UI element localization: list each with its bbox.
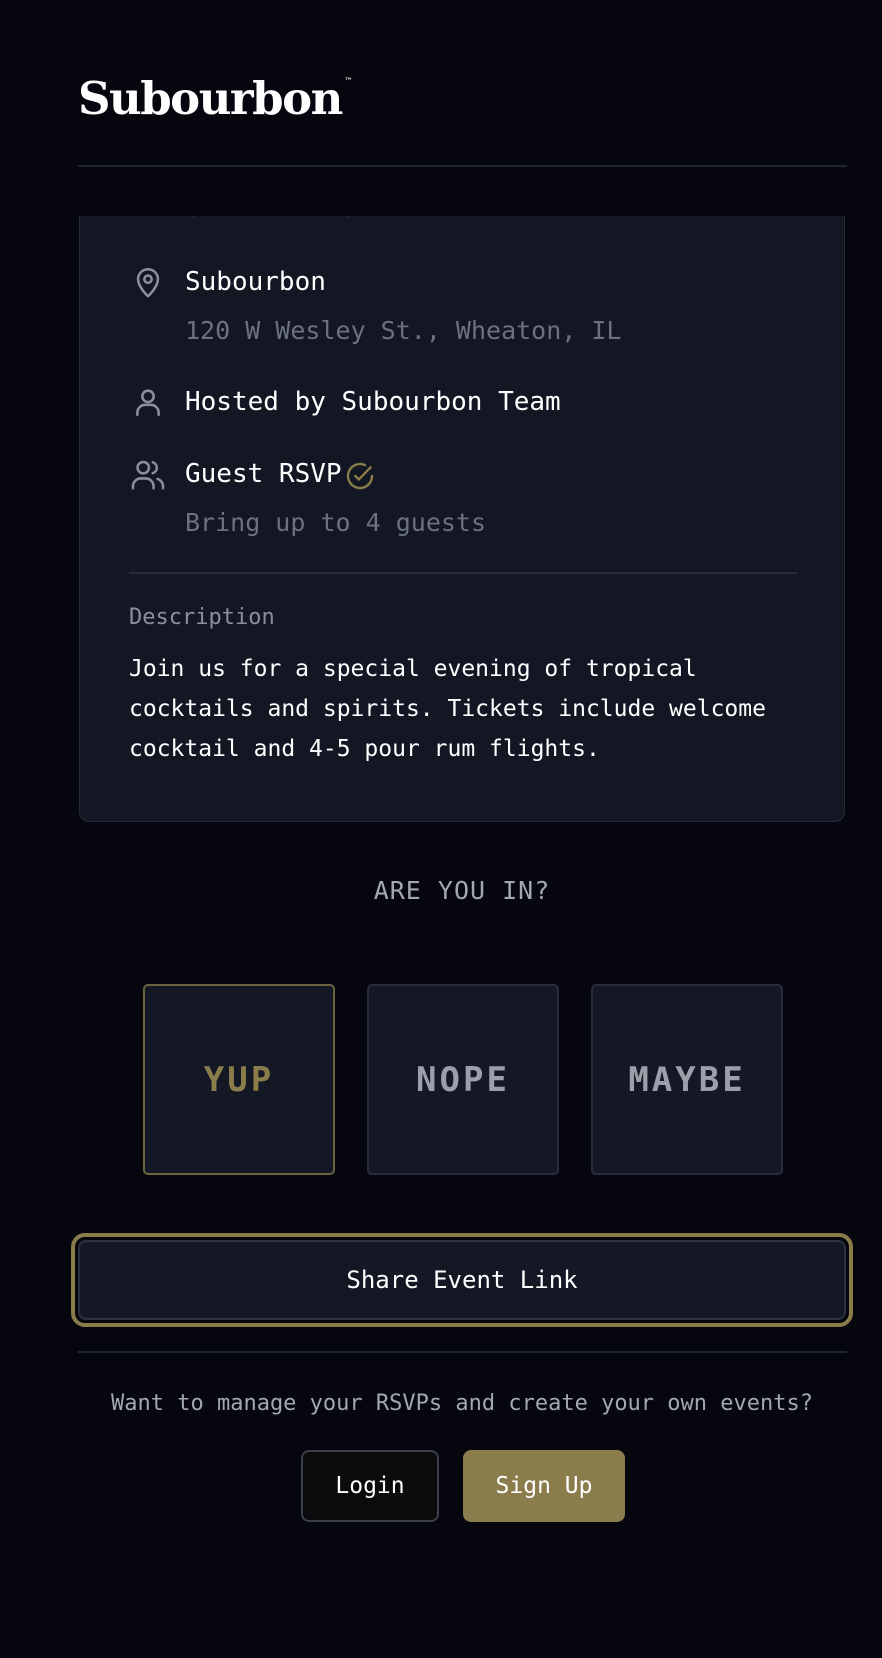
check-circle-icon — [344, 460, 376, 496]
header-divider — [78, 165, 847, 167]
brand-name: Subourbon — [78, 72, 343, 125]
rsvp-maybe-button[interactable]: MAYBE — [591, 984, 783, 1175]
venue-name: Subourbon — [185, 267, 326, 297]
person-icon — [131, 383, 165, 425]
users-icon — [129, 455, 167, 497]
guest-limit: Bring up to 4 guests — [185, 508, 487, 537]
sign-up-button[interactable]: Sign Up — [463, 1450, 625, 1522]
trademark-mark: ™ — [343, 77, 353, 87]
location-pin-icon — [131, 263, 165, 305]
site-header: Subourbon ™ — [0, 0, 882, 216]
rsvp-yup-button[interactable]: YUP — [143, 984, 335, 1175]
event-details-card: 6:00 PM - 9:00 PM Subourbon 120 W Wesley… — [79, 120, 845, 822]
venue-address: 120 W Wesley St., Wheaton, IL — [185, 316, 622, 345]
share-event-link-label: Share Event Link — [78, 1240, 846, 1320]
share-event-link-button[interactable]: Share Event Link — [71, 1233, 853, 1327]
description-text: Join us for a special evening of tropica… — [129, 656, 766, 762]
description-label: Description — [129, 605, 275, 630]
guest-rsvp-label: Guest RSVP — [185, 459, 342, 489]
rsvp-nope-button[interactable]: NOPE — [367, 984, 559, 1175]
brand-logo[interactable]: Subourbon ™ — [78, 76, 353, 121]
footer-divider — [78, 1351, 847, 1353]
rsvp-prompt: ARE YOU IN? — [373, 876, 551, 905]
host-text: Hosted by Subourbon Team — [185, 387, 561, 417]
login-button[interactable]: Login — [301, 1450, 439, 1522]
card-divider — [129, 572, 797, 574]
event-page: 6:00 PM - 9:00 PM Subourbon 120 W Wesley… — [0, 0, 882, 1658]
account-prompt: Want to manage your RSVPs and create you… — [111, 1391, 813, 1416]
